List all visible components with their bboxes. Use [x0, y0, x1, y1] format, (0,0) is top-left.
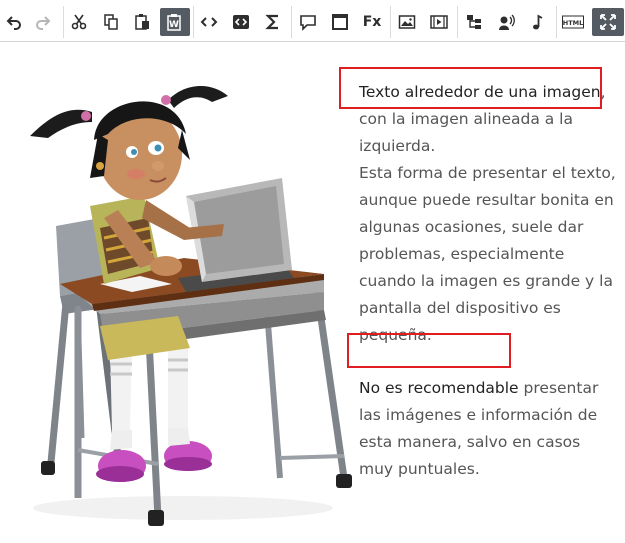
source-code-button[interactable]: [194, 8, 224, 36]
code-icon: [200, 17, 218, 27]
speech-button[interactable]: [491, 8, 521, 36]
html-icon-label: HTML: [563, 19, 583, 27]
cut-button[interactable]: [64, 8, 94, 36]
paste-word-icon: W: [167, 14, 181, 31]
fullscreen-button[interactable]: [592, 8, 624, 36]
window-icon: [332, 14, 348, 30]
paste-from-word-button[interactable]: W: [160, 8, 190, 36]
scissors-icon: [71, 14, 87, 30]
svg-text:W: W: [169, 20, 179, 30]
paragraph-2: Esta forma de presentar el texto, aunque…: [359, 164, 616, 344]
girl-at-laptop-illustration: [8, 78, 358, 538]
image-icon: [398, 15, 416, 29]
fx-icon: Fx: [362, 14, 382, 30]
paste-button[interactable]: [128, 8, 158, 36]
fullscreen-icon: [600, 14, 616, 30]
music-button[interactable]: [523, 8, 553, 36]
toolbar-separator: [291, 6, 292, 38]
speaker-icon: [499, 14, 515, 30]
paragraph-3: No es recomendable presentar las imágene…: [359, 375, 619, 483]
code-box-icon: [233, 15, 249, 29]
clipboard-icon: [135, 14, 149, 30]
comment-button[interactable]: [293, 8, 323, 36]
formula-button[interactable]: Fx: [357, 8, 387, 36]
math-symbol-button[interactable]: [258, 8, 288, 36]
undo-button[interactable]: [0, 8, 29, 36]
speech-bubble-icon: [300, 15, 316, 31]
film-icon: [430, 15, 448, 29]
tree-icon: [467, 15, 481, 29]
highlight-not-recommended: No es recomendable: [359, 379, 519, 397]
sigma-icon: [265, 14, 278, 30]
redo-button[interactable]: [28, 8, 58, 36]
html-button[interactable]: HTML: [558, 8, 588, 36]
annotation-box-title: [339, 67, 602, 109]
illustration-svg: [30, 85, 352, 526]
diagram-button[interactable]: [459, 8, 489, 36]
iframe-button[interactable]: [325, 8, 355, 36]
toolbar-separator: [390, 6, 391, 38]
code-snippet-button[interactable]: [226, 8, 256, 36]
copy-icon: [104, 14, 118, 30]
article-text: Texto alrededor de una imagen, con la im…: [359, 79, 619, 483]
toolbar-separator: [556, 6, 557, 38]
video-button[interactable]: [424, 8, 454, 36]
redo-icon: [36, 16, 51, 30]
image-button[interactable]: [392, 8, 422, 36]
html-icon: HTML: [562, 15, 584, 29]
toolbar-separator: [457, 6, 458, 38]
copy-button[interactable]: [96, 8, 126, 36]
music-note-icon: [533, 14, 543, 30]
undo-icon: [6, 16, 21, 30]
editor-toolbar: W Fx HTML: [0, 0, 625, 42]
annotation-box-not-recommended: [347, 333, 511, 368]
